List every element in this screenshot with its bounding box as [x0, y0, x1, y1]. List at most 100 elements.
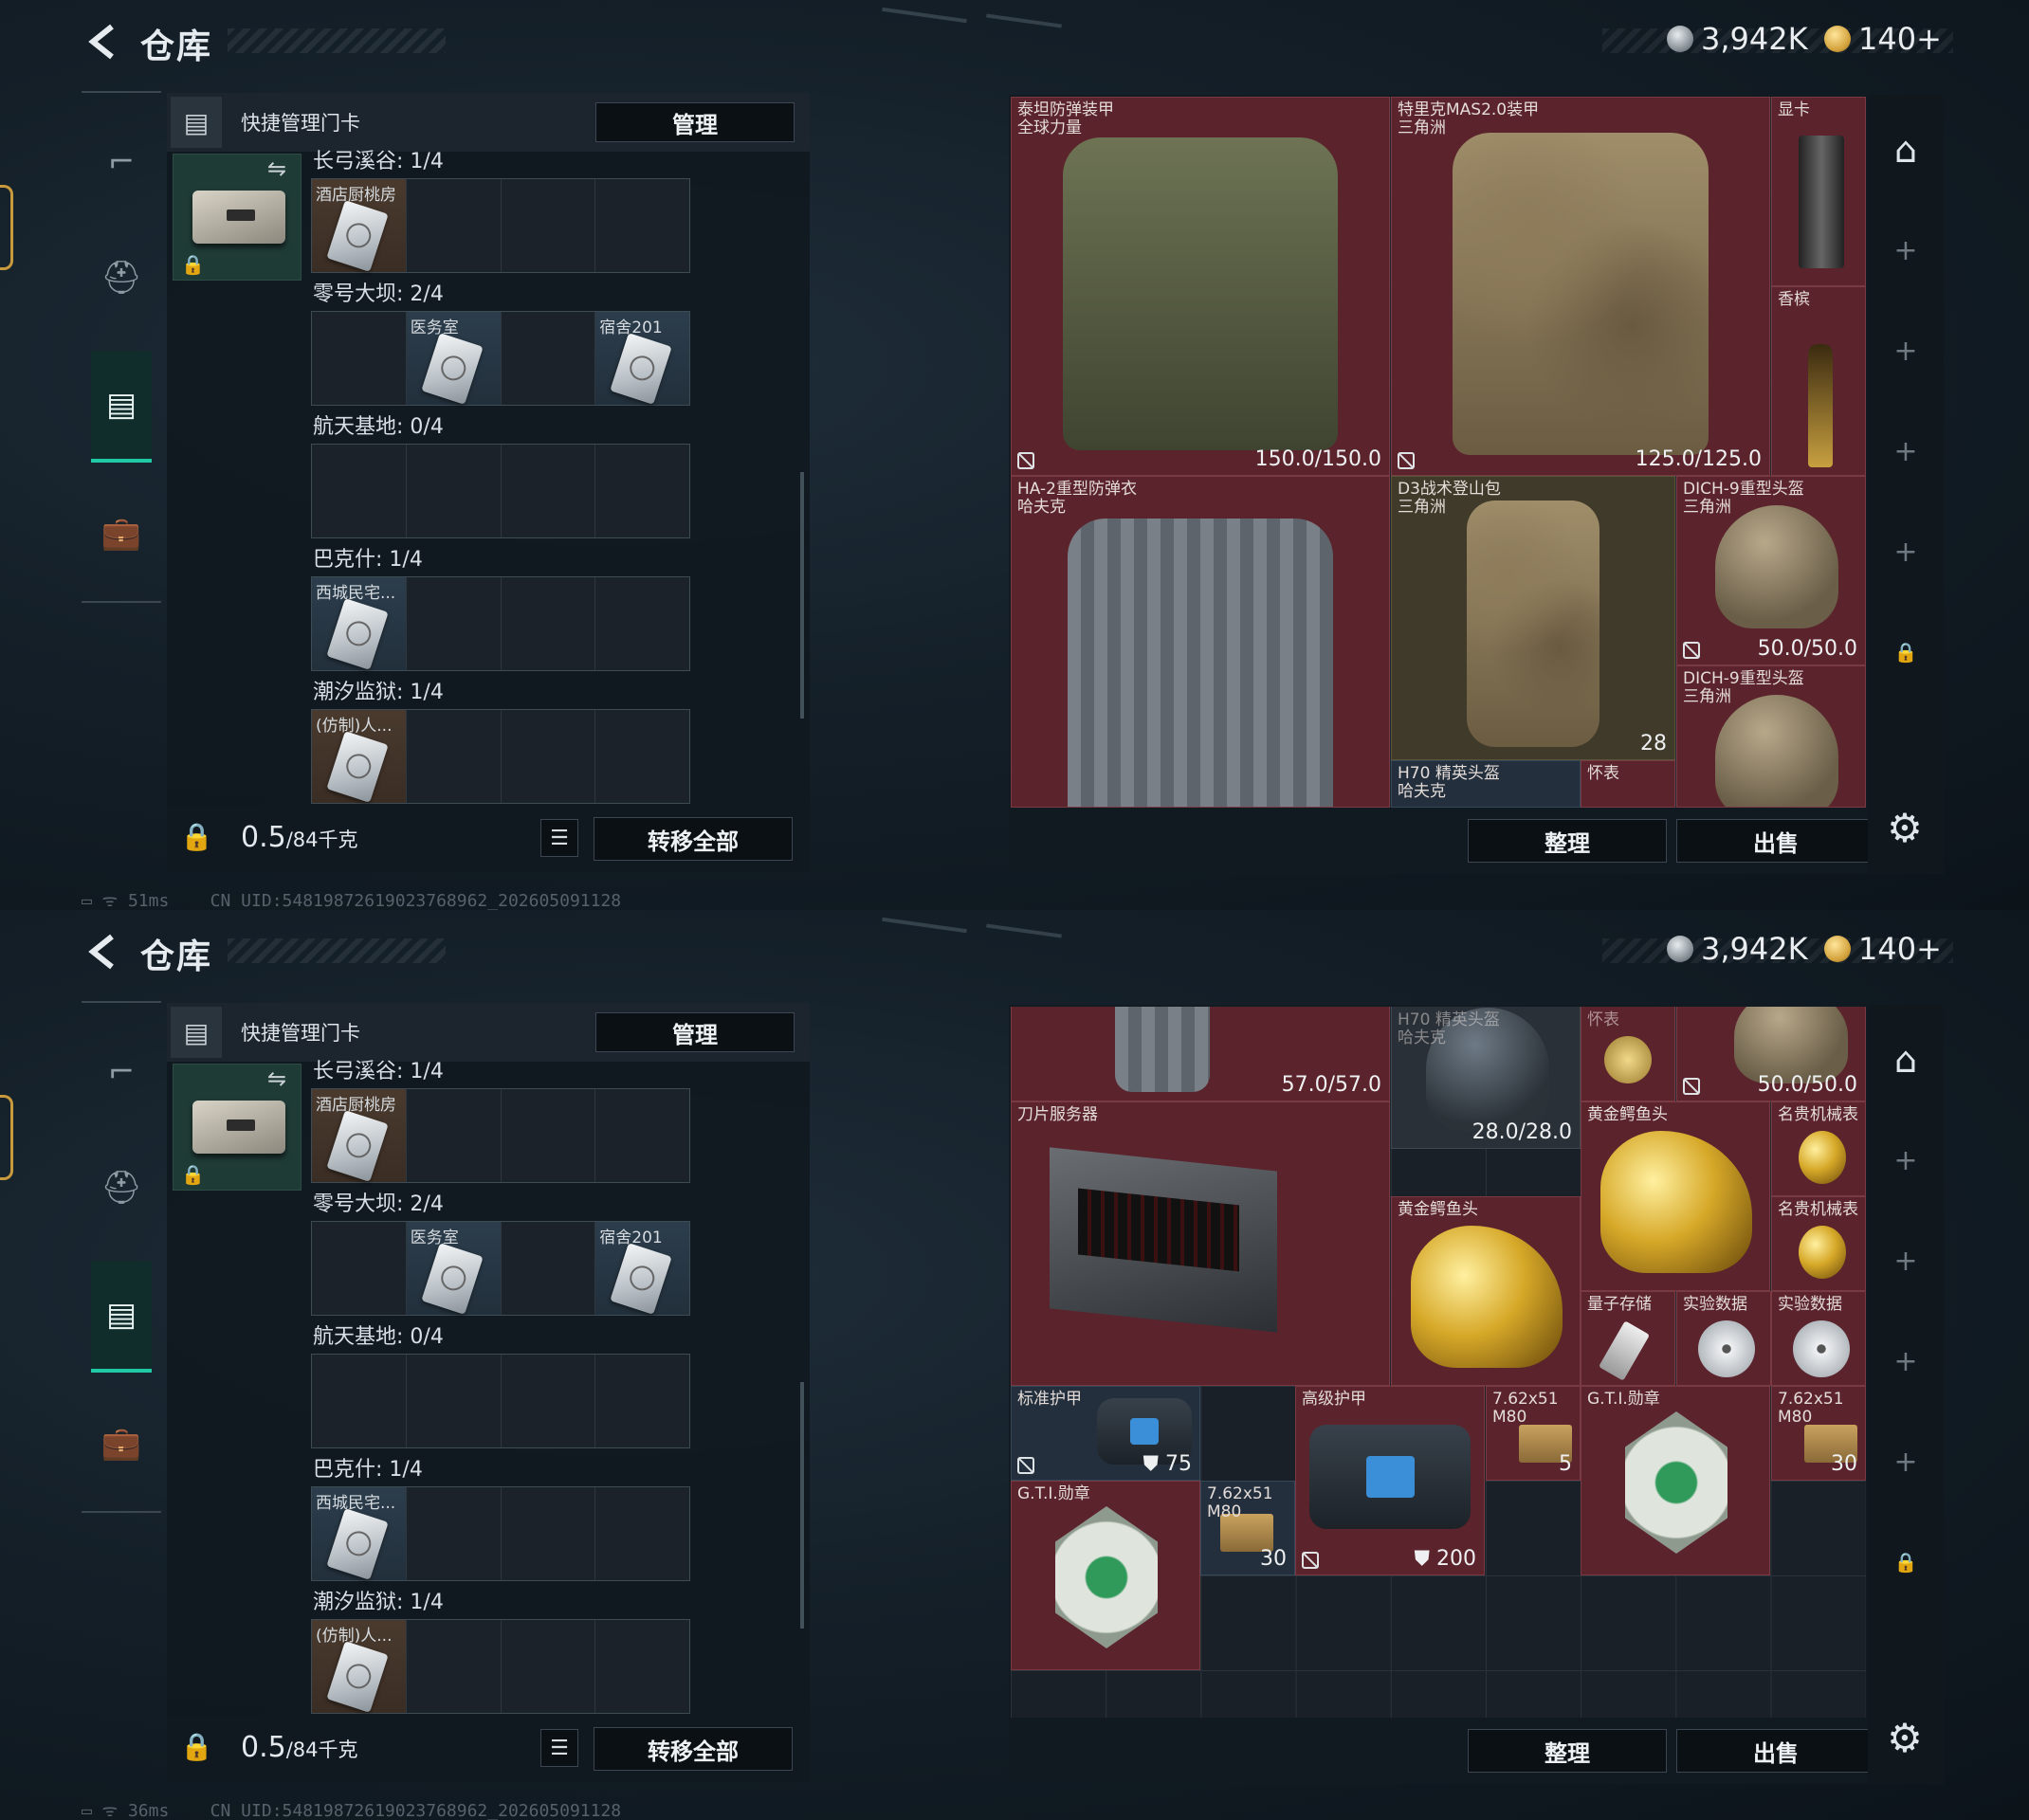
keycard-slot-empty[interactable]	[312, 1355, 407, 1447]
stash-item[interactable]: 7.62x51 M80 30	[1200, 1481, 1295, 1575]
stash-item[interactable]: 刀片服务器	[1011, 1101, 1390, 1386]
locked-stash-icon[interactable]: 🔒	[1892, 1549, 1919, 1575]
keycard-slot[interactable]: (仿制)人...	[312, 710, 407, 803]
keycard-slot-empty[interactable]	[406, 1089, 502, 1182]
stash-item[interactable]: 57.0/57.0	[1011, 1007, 1390, 1101]
keycard-slot-empty[interactable]	[595, 179, 689, 272]
stash-item[interactable]: 香槟	[1771, 286, 1866, 476]
stash-item[interactable]: H70 精英头盔 哈夫克	[1391, 760, 1581, 808]
stash-item[interactable]: 泰坦防弹装甲 全球力量 150.0/150.0	[1011, 97, 1390, 476]
keycard-slot-empty[interactable]	[406, 1355, 502, 1447]
keycard-slot[interactable]: 西城民宅...	[312, 1487, 407, 1580]
stash-item[interactable]: 50.0/50.0	[1676, 1007, 1866, 1101]
warehouse-icon[interactable]: ⌂	[1883, 127, 1928, 173]
stash-item[interactable]: 显卡	[1771, 97, 1866, 286]
sort-button[interactable]: 整理	[1468, 819, 1667, 863]
keycard-slot-empty[interactable]	[501, 1620, 596, 1713]
keycard-slot-empty[interactable]	[406, 710, 502, 803]
keycard-slot-empty[interactable]	[501, 1355, 596, 1447]
stash-item[interactable]: D3战术登山包 三角洲 28	[1391, 476, 1675, 760]
keycard-slot[interactable]: 宿舍201	[595, 312, 689, 405]
sell-button[interactable]: 出售	[1676, 819, 1875, 863]
stash-item[interactable]: 实验数据	[1676, 1291, 1771, 1386]
keycard-slot-empty[interactable]	[501, 312, 596, 405]
manage-button[interactable]: 管理	[595, 1012, 795, 1052]
keycard-slot-empty[interactable]	[312, 312, 407, 405]
keycard-slot[interactable]: (仿制)人...	[312, 1620, 407, 1713]
stash-item[interactable]: 名贵机械表	[1771, 1101, 1866, 1196]
keycard-slot-empty[interactable]	[595, 1355, 689, 1447]
keycard-slot[interactable]: 医务室	[406, 1222, 502, 1315]
nav-keycards[interactable]: ▤	[91, 1261, 152, 1373]
keycard-slot-empty[interactable]	[595, 577, 689, 670]
manage-button[interactable]: 管理	[595, 102, 795, 142]
stash-item[interactable]: DICH-9重型头盔 三角洲 50.0/50.0	[1676, 476, 1866, 665]
stash-item[interactable]: 量子存储	[1581, 1291, 1675, 1386]
keycard-scrollbar[interactable]	[800, 1382, 804, 1629]
settings-gear-icon[interactable]: ⚙	[1881, 804, 1928, 851]
stash-item[interactable]: 特里克MAS2.0装甲 三角洲 125.0/125.0	[1391, 97, 1770, 476]
nav-items[interactable]: 💼	[91, 1401, 152, 1486]
stash-item[interactable]: 怀表	[1581, 760, 1675, 808]
keycard-slot-empty[interactable]	[501, 179, 596, 272]
keycard-slot-empty[interactable]	[501, 1089, 596, 1182]
stash-item[interactable]: H70 精英头盔 哈夫克 28.0/28.0	[1391, 1007, 1581, 1149]
stash-item[interactable]: 名贵机械表	[1771, 1196, 1866, 1291]
left-edge-tab[interactable]	[0, 185, 13, 270]
keycard-slot-empty[interactable]	[501, 1222, 596, 1315]
stash-item[interactable]: 高级护甲 ⛊ 200	[1295, 1386, 1485, 1575]
swap-icon[interactable]: ⇋	[267, 155, 286, 182]
nav-gear[interactable]: ⛑	[91, 235, 152, 320]
keycard-slot-empty[interactable]	[595, 710, 689, 803]
keycard-slot-empty[interactable]	[406, 1487, 502, 1580]
stash-item[interactable]: 怀表	[1581, 1007, 1675, 1101]
add-stash-icon[interactable]: +	[1892, 1446, 1919, 1479]
add-stash-icon[interactable]: +	[1892, 1345, 1919, 1378]
keycard-slot-empty[interactable]	[501, 445, 596, 537]
swap-icon[interactable]: ⇋	[267, 1065, 286, 1092]
transfer-all-button[interactable]: 转移全部	[594, 1727, 793, 1771]
add-stash-icon[interactable]: +	[1892, 1144, 1919, 1177]
stash-item[interactable]: G.T.I.勋章	[1011, 1481, 1200, 1670]
keycard-slot-empty[interactable]	[406, 1620, 502, 1713]
back-arrow-icon[interactable]	[83, 21, 125, 63]
stash-item[interactable]: 黄金鳄鱼头	[1391, 1196, 1581, 1386]
stash-item[interactable]: 实验数据	[1771, 1291, 1866, 1386]
add-stash-icon[interactable]: +	[1892, 234, 1919, 267]
keycard-slot-empty[interactable]	[406, 179, 502, 272]
list-view-icon[interactable]: ☰	[540, 819, 578, 857]
transfer-all-button[interactable]: 转移全部	[594, 817, 793, 861]
keycard-slot-empty[interactable]	[595, 1487, 689, 1580]
left-edge-tab[interactable]	[0, 1095, 13, 1180]
keycard-slot-empty[interactable]	[501, 577, 596, 670]
nav-gear[interactable]: ⛑	[91, 1145, 152, 1230]
keycard-slot-empty[interactable]	[595, 1089, 689, 1182]
add-stash-icon[interactable]: +	[1892, 536, 1919, 569]
add-stash-icon[interactable]: +	[1892, 1245, 1919, 1278]
stash-item[interactable]: 7.62x51 M80 30	[1771, 1386, 1866, 1481]
keycard-slot-empty[interactable]	[406, 577, 502, 670]
nav-weapons[interactable]: ⌐	[91, 119, 152, 205]
keycard-slot-empty[interactable]	[501, 710, 596, 803]
locked-stash-icon[interactable]: 🔒	[1892, 639, 1919, 665]
keycard-slot-empty[interactable]	[595, 1620, 689, 1713]
keycard-scrollbar[interactable]	[800, 472, 804, 719]
keycard-slot-empty[interactable]	[595, 445, 689, 537]
warehouse-icon[interactable]: ⌂	[1883, 1037, 1928, 1083]
keycard-slot[interactable]: 酒店厨桃房	[312, 1089, 407, 1182]
keycard-slot[interactable]: 宿舍201	[595, 1222, 689, 1315]
keycard-slot[interactable]: 医务室	[406, 312, 502, 405]
nav-items[interactable]: 💼	[91, 491, 152, 576]
sell-button[interactable]: 出售	[1676, 1729, 1875, 1773]
stash-item[interactable]: G.T.I.勋章	[1581, 1386, 1770, 1575]
list-view-icon[interactable]: ☰	[540, 1729, 578, 1767]
keycard-slot-empty[interactable]	[312, 445, 407, 537]
keycard-slot[interactable]: 西城民宅...	[312, 577, 407, 670]
keycard-slot-empty[interactable]	[406, 445, 502, 537]
nav-keycards[interactable]: ▤	[91, 351, 152, 463]
keycard-slot[interactable]: 酒店厨桃房	[312, 179, 407, 272]
keycard-slot-empty[interactable]	[501, 1487, 596, 1580]
add-stash-icon[interactable]: +	[1892, 435, 1919, 468]
stash-item[interactable]: 7.62x51 M80 5	[1486, 1386, 1581, 1481]
sort-button[interactable]: 整理	[1468, 1729, 1667, 1773]
